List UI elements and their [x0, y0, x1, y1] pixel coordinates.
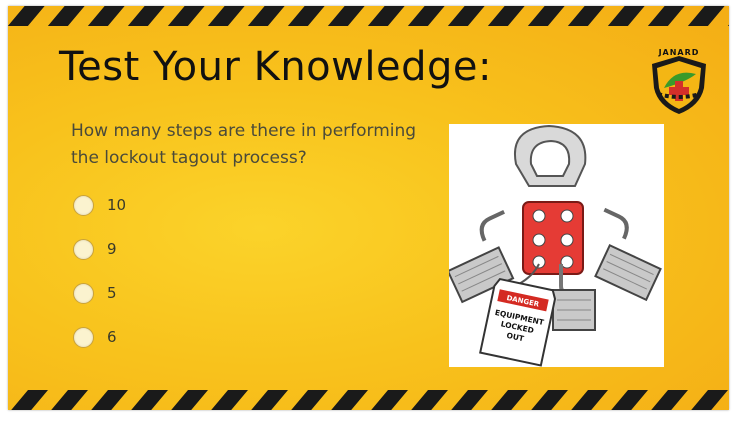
radio-button[interactable] — [73, 326, 94, 348]
shield-icon — [652, 56, 706, 114]
option-3[interactable]: 5 — [73, 280, 117, 306]
slide-title: Test Your Knowledge: — [59, 44, 492, 90]
logo-text: JANARD — [658, 48, 700, 57]
radio-button[interactable] — [73, 194, 94, 216]
option-label: 9 — [107, 240, 117, 258]
option-label: 10 — [107, 196, 127, 214]
option-2[interactable]: 9 — [73, 236, 117, 262]
option-4[interactable]: 6 — [73, 324, 117, 350]
lockout-hasp-illustration: DANGER EQUIPMENT LOCKED OUT — [446, 124, 662, 367]
option-label: 6 — [107, 328, 117, 346]
option-label: 5 — [107, 284, 117, 302]
radio-button[interactable] — [73, 282, 94, 304]
quiz-slide: Test Your Knowledge: JANARD How many ste… — [8, 6, 729, 410]
lockout-hasp-image: DANGER EQUIPMENT LOCKED OUT — [446, 124, 664, 367]
option-1[interactable]: 10 — [73, 192, 126, 218]
radio-button[interactable] — [73, 238, 94, 260]
hazard-stripe-bottom — [8, 390, 729, 410]
question-text: How many steps are there in performing t… — [71, 121, 417, 168]
hazard-stripe-top — [8, 6, 729, 26]
janard-logo: JANARD — [644, 48, 714, 118]
